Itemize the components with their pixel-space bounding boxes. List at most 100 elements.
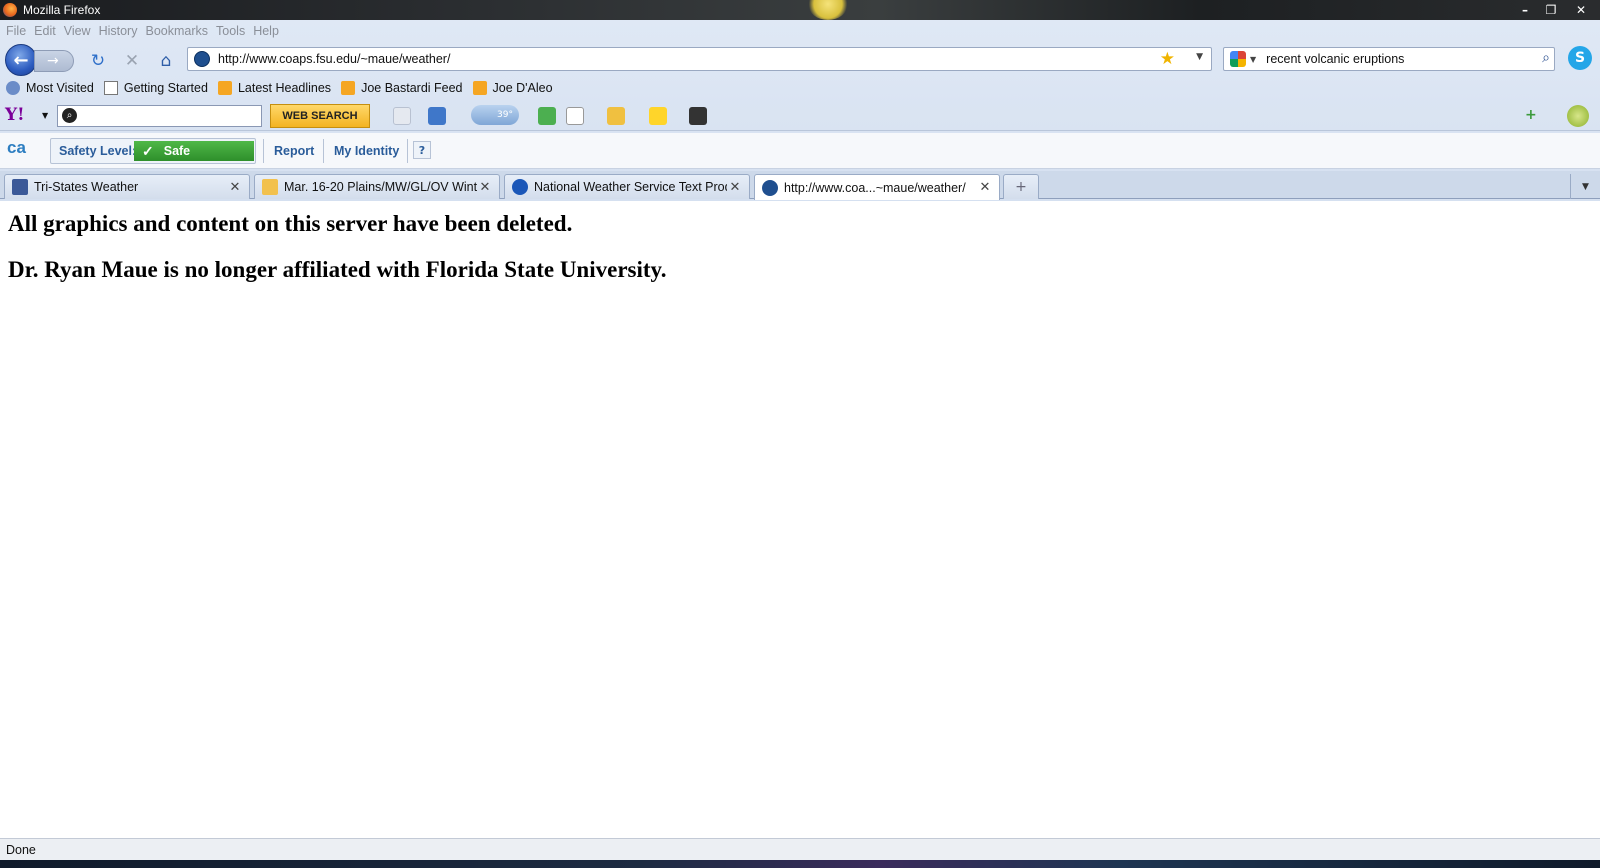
home-icon: ⌂	[160, 51, 172, 71]
tab-close-icon[interactable]: ✕	[977, 180, 993, 195]
ebay-icon[interactable]	[649, 107, 667, 125]
tab-close-icon[interactable]: ✕	[727, 180, 743, 195]
plus-icon: +	[1015, 179, 1027, 195]
title-bar: Mozilla Firefox – ❐ ✕	[0, 0, 1600, 20]
stop-button[interactable]: ✕	[121, 50, 143, 72]
deleted-notice-heading: All graphics and content on this server …	[8, 211, 573, 236]
firefox-logo-icon	[3, 3, 17, 17]
window-title: Mozilla Firefox	[23, 3, 101, 17]
noaa-icon	[512, 179, 528, 195]
safety-level-label: Safety Level:	[59, 144, 137, 158]
rss-icon	[472, 81, 487, 95]
tab-plains-winter-storm[interactable]: Mar. 16-20 Plains/MW/GL/OV Wint... ✕	[254, 174, 500, 199]
tab-label: Mar. 16-20 Plains/MW/GL/OV Wint...	[284, 180, 477, 194]
add-button-icon[interactable]: +	[1525, 107, 1539, 125]
ca-safety-toolbar: ca Safety Level: ✓ Safe Report My Identi…	[0, 133, 1600, 169]
yahoo-search-input[interactable]: ⌕	[57, 105, 262, 127]
bookmark-star-icon[interactable]: ★	[1160, 49, 1175, 69]
arrow-right-icon: →	[47, 53, 59, 69]
menu-bookmarks[interactable]: Bookmarks	[145, 24, 208, 38]
tab-label: National Weather Service Text Prod...	[534, 180, 727, 194]
rss-icon	[341, 81, 356, 95]
weather-icon[interactable]: 39°	[471, 105, 519, 125]
globe-icon	[6, 81, 20, 95]
site-favicon-icon	[762, 179, 778, 196]
search-bar[interactable]: ▼ recent volcanic eruptions ⌕	[1223, 47, 1555, 71]
navigation-bar: ← → ↻ ✕ ⌂ http://www.coaps.fsu.edu/~maue…	[0, 42, 1600, 76]
tab-strip: Tri-States Weather ✕ Mar. 16-20 Plains/M…	[0, 171, 1600, 200]
close-icon[interactable]: ✕	[1568, 0, 1594, 20]
bookmark-joe-bastardi-feed[interactable]: Joe Bastardi Feed	[341, 81, 463, 95]
bookmark-label: Getting Started	[123, 81, 208, 95]
mail-icon[interactable]	[428, 107, 446, 125]
web-search-button[interactable]: WEB SEARCH	[270, 104, 370, 128]
menu-tools[interactable]: Tools	[216, 24, 245, 38]
tab-label: Tri-States Weather	[34, 180, 139, 194]
forward-button[interactable]: →	[34, 50, 74, 72]
google-engine-icon[interactable]	[1230, 51, 1246, 67]
bookmark-label: Latest Headlines	[237, 81, 332, 95]
notes-icon[interactable]	[607, 107, 625, 125]
bookmark-joe-daleo[interactable]: Joe D'Aleo	[472, 81, 553, 95]
tab-nws-text-products[interactable]: National Weather Service Text Prod... ✕	[504, 174, 750, 199]
url-text[interactable]: http://www.coaps.fsu.edu/~maue/weather/	[218, 52, 450, 66]
bookmark-getting-started[interactable]: Getting Started	[103, 81, 208, 95]
rss-icon	[217, 81, 232, 95]
home-button[interactable]: ⌂	[155, 50, 177, 72]
radio-icon[interactable]	[538, 107, 556, 125]
bookmark-most-visited[interactable]: Most Visited	[6, 81, 94, 95]
menu-edit[interactable]: Edit	[34, 24, 56, 38]
search-input[interactable]: recent volcanic eruptions	[1266, 52, 1404, 66]
weather-temperature: 39°	[497, 110, 513, 120]
safety-level-indicator[interactable]: Safety Level: ✓ Safe	[50, 138, 256, 164]
bookmark-latest-headlines[interactable]: Latest Headlines	[217, 81, 332, 95]
menu-view[interactable]: View	[64, 24, 91, 38]
help-button[interactable]: ?	[413, 141, 431, 159]
new-tab-button[interactable]: +	[1003, 174, 1039, 199]
menu-file[interactable]: File	[6, 24, 26, 38]
page-icon	[103, 81, 118, 95]
wallpaper-sun-decoration	[808, 0, 848, 20]
address-bar[interactable]: http://www.coaps.fsu.edu/~maue/weather/ …	[187, 47, 1212, 71]
back-button[interactable]: ←	[5, 44, 37, 76]
bookmark-label: Joe Bastardi Feed	[361, 81, 463, 95]
yahoo-menu-dropdown-icon[interactable]: ▼	[42, 111, 48, 120]
checkmark-icon: ✓	[142, 142, 154, 159]
tab-tri-states-weather[interactable]: Tri-States Weather ✕	[4, 174, 250, 199]
stop-icon: ✕	[124, 51, 140, 71]
settings-gear-icon[interactable]	[1567, 105, 1589, 127]
chevron-down-icon: ▼	[1582, 181, 1589, 192]
search-engine-dropdown-icon[interactable]: ▼	[1250, 55, 1256, 64]
menu-history[interactable]: History	[99, 24, 138, 38]
minimize-icon[interactable]: –	[1512, 0, 1538, 20]
menu-help[interactable]: Help	[253, 24, 279, 38]
my-identity-button[interactable]: My Identity	[334, 144, 399, 158]
reload-icon: ↻	[90, 51, 106, 71]
browser-window: Mozilla Firefox – ❐ ✕ File Edit View His…	[0, 0, 1600, 868]
bookmark-label: Joe D'Aleo	[492, 81, 553, 95]
amazon-icon[interactable]	[689, 107, 707, 125]
reload-button[interactable]: ↻	[87, 50, 109, 72]
ca-logo-icon[interactable]: ca	[7, 138, 26, 158]
menu-bar: File Edit View History Bookmarks Tools H…	[0, 20, 281, 42]
restore-icon[interactable]: ❐	[1538, 0, 1564, 20]
search-icon[interactable]: ⌕	[1542, 50, 1550, 66]
tab-label: http://www.coa...~maue/weather/	[784, 180, 966, 195]
arrow-left-icon: ←	[13, 49, 29, 71]
separator	[263, 139, 264, 163]
tab-close-icon[interactable]: ✕	[477, 180, 493, 195]
list-all-tabs-button[interactable]: ▼	[1570, 174, 1600, 199]
os-taskbar	[0, 860, 1600, 868]
url-history-dropdown-icon[interactable]: ▼	[1196, 52, 1203, 62]
page-content: All graphics and content on this server …	[0, 201, 1600, 838]
separator	[323, 139, 324, 163]
tab-close-icon[interactable]: ✕	[227, 180, 243, 195]
flickr-icon[interactable]	[566, 107, 584, 125]
tab-coaps-maue-weather[interactable]: http://www.coa...~maue/weather/ ✕	[754, 174, 1000, 200]
skype-icon[interactable]: S	[1568, 46, 1592, 70]
yahoo-logo-icon[interactable]: Y!	[5, 105, 25, 125]
bookmarks-toolbar: Most Visited Getting Started Latest Head…	[0, 77, 557, 99]
status-bar: Done	[0, 838, 1600, 860]
toolbar-tool-icon[interactable]	[393, 107, 411, 125]
report-button[interactable]: Report	[274, 144, 314, 158]
